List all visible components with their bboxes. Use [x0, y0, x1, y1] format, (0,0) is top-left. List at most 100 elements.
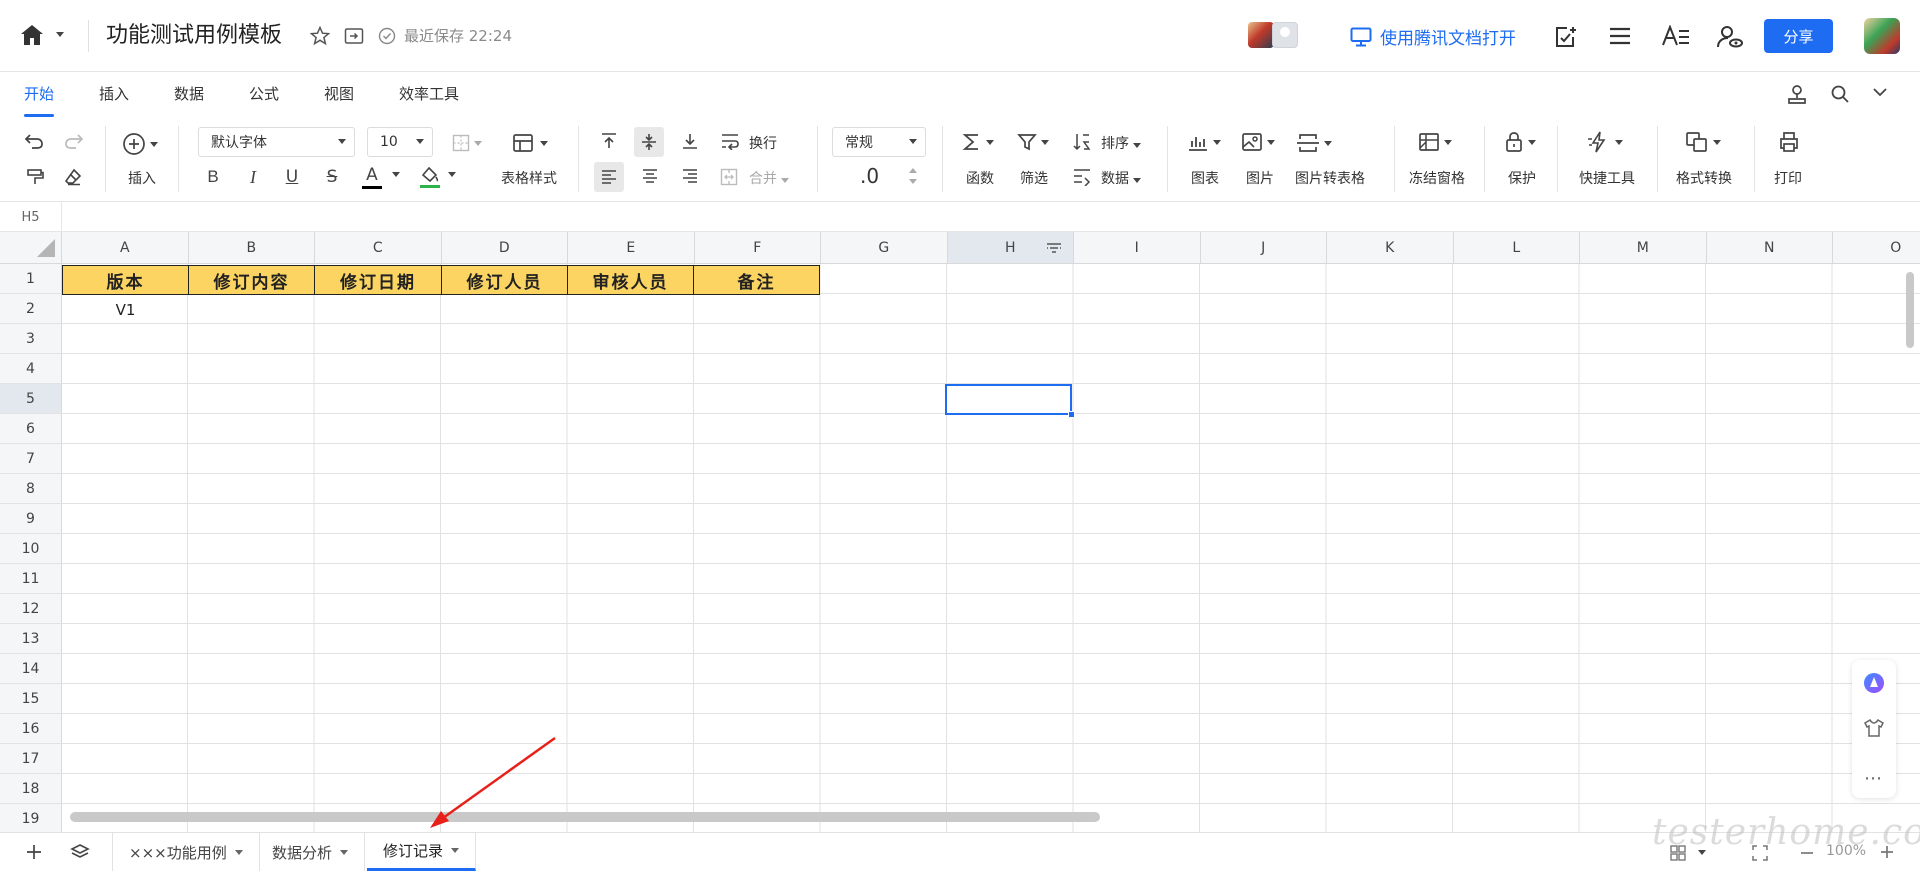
align-right-icon[interactable]	[681, 168, 699, 184]
underline-button[interactable]: U	[283, 166, 301, 188]
cell-F1[interactable]: 备注	[694, 265, 820, 295]
edit-doc-icon[interactable]	[1553, 25, 1579, 49]
select-all-corner[interactable]	[0, 232, 62, 264]
cell-E1[interactable]: 审核人员	[568, 265, 694, 295]
row-header-7[interactable]: 7	[0, 444, 62, 474]
align-bottom-icon[interactable]	[681, 132, 699, 150]
fill-color-button[interactable]	[418, 164, 442, 190]
decimal-button[interactable]: .0	[860, 164, 879, 188]
font-size-select[interactable]: 10	[367, 127, 433, 157]
plus-icon[interactable]	[26, 844, 42, 860]
undo-icon[interactable]	[24, 132, 44, 150]
image-to-table-icon[interactable]	[1296, 132, 1332, 154]
fill-handle[interactable]	[1068, 411, 1075, 418]
tab-data[interactable]: 数据	[174, 84, 204, 104]
strikethrough-button[interactable]: S	[323, 166, 341, 188]
decimal-stepper-icon[interactable]	[908, 165, 918, 187]
merge-label[interactable]: 合并	[749, 168, 789, 188]
row-header-3[interactable]: 3	[0, 324, 62, 354]
sort-label[interactable]: 排序	[1101, 133, 1141, 153]
wrap-text-icon[interactable]	[720, 132, 740, 150]
column-header-a[interactable]: A	[62, 232, 189, 264]
row-header-14[interactable]: 14	[0, 654, 62, 684]
row-header-18[interactable]: 18	[0, 774, 62, 804]
column-header-k[interactable]: K	[1327, 232, 1454, 264]
avatar[interactable]	[1864, 18, 1900, 54]
avatar[interactable]	[1248, 22, 1274, 48]
image-icon[interactable]	[1241, 132, 1275, 152]
row-header-16[interactable]: 16	[0, 714, 62, 744]
tab-home[interactable]: 开始	[24, 84, 54, 104]
chevron-down-icon[interactable]	[52, 32, 64, 37]
collaborator-avatars[interactable]	[1248, 22, 1300, 50]
selected-cell[interactable]	[945, 384, 1072, 415]
cell-area[interactable]	[62, 264, 1920, 832]
cell-reference[interactable]: H5	[0, 202, 62, 232]
row-header-8[interactable]: 8	[0, 474, 62, 504]
printer-icon[interactable]	[1778, 131, 1800, 153]
home-icon[interactable]	[20, 24, 44, 46]
ai-assistant-icon[interactable]	[1863, 672, 1885, 694]
table-style-button[interactable]	[512, 132, 548, 154]
more-icon[interactable]: ⋯	[1864, 768, 1883, 789]
font-color-button[interactable]: A	[361, 164, 383, 190]
column-header-d[interactable]: D	[441, 232, 568, 264]
flash-icon[interactable]	[1587, 131, 1623, 153]
open-in-app-button[interactable]: 使用腾讯文档打开	[1350, 24, 1516, 49]
row-header-17[interactable]: 17	[0, 744, 62, 774]
column-header-g[interactable]: G	[821, 232, 948, 264]
column-header-f[interactable]: F	[694, 232, 821, 264]
insert-button[interactable]	[122, 132, 158, 156]
search-icon[interactable]	[1830, 84, 1850, 104]
horizontal-scrollbar[interactable]	[70, 812, 1100, 822]
tab-formula[interactable]: 公式	[249, 84, 279, 104]
chart-icon[interactable]	[1187, 132, 1221, 152]
convert-icon[interactable]	[1685, 131, 1721, 153]
row-header-15[interactable]: 15	[0, 684, 62, 714]
column-header-e[interactable]: E	[568, 232, 695, 264]
font-settings-icon[interactable]	[1662, 25, 1690, 47]
move-to-folder-icon[interactable]	[344, 27, 364, 45]
eraser-icon[interactable]	[64, 168, 82, 186]
column-header-c[interactable]: C	[315, 232, 442, 264]
chevron-down-icon[interactable]	[444, 172, 456, 177]
align-center-icon[interactable]	[641, 168, 659, 184]
sheet-tab-active[interactable]: 修订记录	[367, 833, 477, 871]
column-header-m[interactable]: M	[1580, 232, 1707, 264]
column-header-n[interactable]: N	[1706, 232, 1833, 264]
redo-icon[interactable]	[64, 132, 84, 150]
number-format-select[interactable]: 常规	[832, 127, 926, 157]
row-header-13[interactable]: 13	[0, 624, 62, 654]
menu-icon[interactable]	[1608, 25, 1632, 47]
share-button[interactable]: 分享	[1764, 19, 1833, 53]
cell-C1[interactable]: 修订日期	[315, 265, 442, 295]
borders-button[interactable]	[452, 134, 482, 152]
row-header-19[interactable]: 19	[0, 804, 62, 832]
user-settings-icon[interactable]	[1716, 25, 1744, 49]
cell-B1[interactable]: 修订内容	[189, 265, 315, 295]
align-middle-icon[interactable]	[634, 127, 664, 157]
row-header-1[interactable]: 1	[0, 264, 62, 294]
column-header-j[interactable]: J	[1200, 232, 1327, 264]
align-top-icon[interactable]	[600, 132, 618, 150]
row-header-5[interactable]: 5	[0, 384, 62, 414]
freeze-icon[interactable]	[1418, 132, 1452, 152]
star-icon[interactable]	[310, 26, 330, 46]
row-header-12[interactable]: 12	[0, 594, 62, 624]
spreadsheet-grid[interactable]: ABCDEFGHIJKLMNO 1 2 3 4 5 6 7 8 9 10 11 12 13 14 15 16 1…	[0, 232, 1920, 832]
vertical-scrollbar[interactable]	[1906, 272, 1914, 348]
formula-input[interactable]	[64, 202, 1914, 232]
align-left-icon[interactable]	[594, 162, 624, 192]
bold-button[interactable]: B	[204, 166, 222, 188]
cell-A1[interactable]: 版本	[62, 265, 189, 295]
cell-A2[interactable]: V1	[62, 295, 189, 325]
wrap-label[interactable]: 换行	[749, 133, 777, 153]
avatar[interactable]	[1272, 22, 1298, 48]
layers-icon[interactable]	[70, 843, 90, 861]
sheet-tab[interactable]: ×××功能用例	[112, 833, 260, 871]
data-tools-icon[interactable]	[1072, 168, 1092, 186]
tab-view[interactable]: 视图	[324, 84, 354, 104]
sigma-icon[interactable]	[962, 132, 994, 152]
cell-D1[interactable]: 修订人员	[442, 265, 568, 295]
column-header-o[interactable]: O	[1833, 232, 1920, 264]
